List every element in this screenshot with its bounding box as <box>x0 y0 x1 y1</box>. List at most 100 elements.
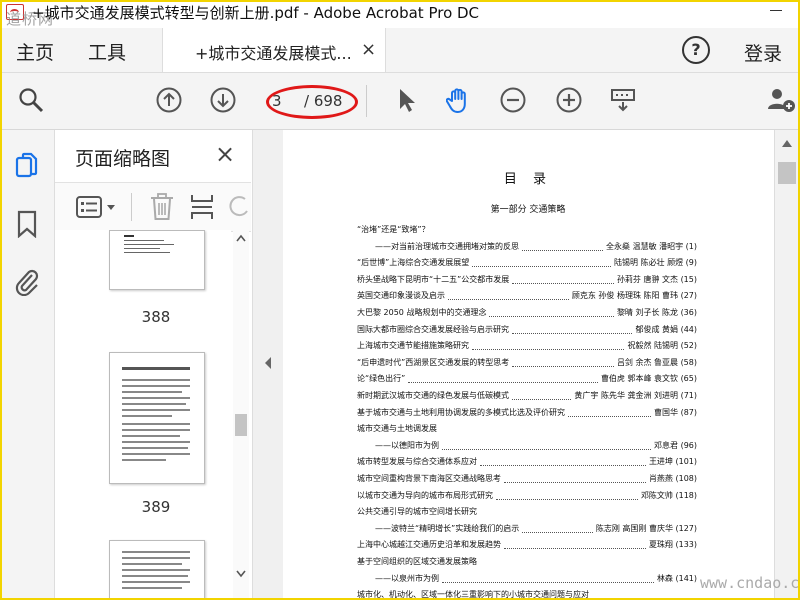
toc-entry[interactable]: 基于空间组织的区域交通发展策略 <box>357 556 697 568</box>
toc-entry[interactable]: 上海中心城越江交通历史沿革和发展趋势 夏珠翔 (133) <box>357 539 697 551</box>
thumbnail-scrollbar[interactable] <box>233 230 249 598</box>
toc-entry[interactable]: 新时期武汉城市交通的绿色发展与低碳模式 黄广宇 陈先华 龚金洲 刘进明 (71) <box>357 390 697 402</box>
toc-entry-title: 城市转型发展与综合交通体系应对 <box>357 457 477 467</box>
toc-entry-title: “治堵”还是“致堵”？ <box>357 225 430 234</box>
panel-tools-divider <box>131 193 132 221</box>
page-thumbnails-icon[interactable] <box>14 152 40 180</box>
navigation-rail <box>2 130 55 598</box>
toc-entry[interactable]: 城市转型发展与综合交通体系应对 王进坤 (101) <box>357 456 697 468</box>
toc-leader-dots <box>472 266 612 268</box>
toc-entry-title: 新时期武汉城市交通的绿色发展与低碳模式 <box>357 391 509 400</box>
bookmark-icon[interactable] <box>16 210 38 238</box>
collapse-panel-icon[interactable] <box>263 356 273 370</box>
thumbnail-number: 389 <box>141 498 171 516</box>
attachment-icon[interactable] <box>14 266 40 296</box>
hand-icon[interactable] <box>446 87 472 113</box>
toc-leader-dots <box>408 382 598 384</box>
toc-entry[interactable]: 桥头堡战略下昆明市“十二五”公交都市发展 孙莉芬 唐翀 文杰 (15) <box>357 274 697 286</box>
toc-entry-author-page: 全永燊 温慧敏 潘昭宇 (1) <box>606 241 697 251</box>
toc-leader-dots <box>442 448 652 450</box>
toc-entry[interactable]: “后申遗时代”西湖景区交通发展的转型思考 吕剑 余杰 鲁亚晨 (58) <box>357 357 697 369</box>
login-button[interactable]: 登录 <box>744 39 782 66</box>
doc-scroll-thumb[interactable] <box>778 162 796 184</box>
toc-leader-dots <box>512 399 572 400</box>
toc-entry[interactable]: 大巴黎 2050 战略规划中的交通理念 黎晴 刘子长 陈龙 (36) <box>357 307 697 319</box>
zoom-out-icon[interactable] <box>500 87 526 113</box>
toc-entry[interactable]: ——以德阳市为例 邓息君 (96) <box>357 440 697 452</box>
toc-entry[interactable]: “后世博”上海综合交通发展展望 陆锡明 陈必壮 顾煜 (9) <box>357 257 697 269</box>
toc-entry[interactable]: ——波特兰“精明增长”实践给我们的启示 陈志刚 高国刚 曹庆华 (127) <box>357 523 697 535</box>
keyboard-icon[interactable] <box>610 87 636 113</box>
toc-entry[interactable]: 城市化、机动化、区域一体化三重影响下的小城市交通问题与应对 <box>357 589 697 598</box>
trash-icon[interactable] <box>149 193 175 221</box>
thumbnail-page-389[interactable] <box>109 352 205 484</box>
rotate-icon[interactable] <box>229 195 249 219</box>
toc-entry-title: 基于空间组织的区域交通发展策略 <box>357 557 477 566</box>
toc-leader-dots <box>522 531 593 533</box>
scroll-down-icon[interactable] <box>236 570 246 578</box>
panel-title: 页面缩略图 <box>75 148 171 170</box>
close-panel-icon[interactable]: × <box>215 140 235 168</box>
page-up-icon[interactable] <box>156 87 182 113</box>
toc-entry[interactable]: 论“绿色出行” 曹伯虎 郭本峰 袁文钦 (65) <box>357 373 697 385</box>
toc-entry[interactable]: 国际大都市圈综合交通发展经验与启示研究 郁俊成 黄娟 (44) <box>357 324 697 336</box>
toc-leader-dots <box>496 498 638 500</box>
toc-entry-title: 城市交通与土地调发展 <box>357 424 437 434</box>
toc-entry-title: 基于城市交通与土地利用协调发展的多模式比选及评价研究 <box>357 407 565 417</box>
add-user-icon[interactable] <box>766 87 796 113</box>
toc-entry-title: 公共交通引导的城市空间增长研究 <box>357 507 477 517</box>
thumbnail-page-388[interactable] <box>109 230 205 290</box>
document-scrollbar[interactable] <box>774 130 798 598</box>
toc-entry[interactable]: 城市空间重构背景下南海区交通战略思考 肖燕燕 (108) <box>357 473 697 485</box>
help-icon[interactable]: ? <box>682 36 710 64</box>
doc-scroll-up-icon[interactable] <box>781 138 793 148</box>
toc-entry[interactable]: ——以泉州市为例 林森 (141) <box>357 573 697 585</box>
toc-leader-dots <box>472 349 625 351</box>
toc-entry-author-page: 邓息君 (96) <box>654 440 697 450</box>
toc-entry-title: 上海中心城越江交通历史沿革和发展趋势 <box>357 540 501 550</box>
toc-entry-author-page: 陈志刚 高国刚 曹庆华 (127) <box>595 523 697 533</box>
panel-splitter[interactable] <box>252 130 284 598</box>
toc-entry[interactable]: 公共交通引导的城市空间增长研究 <box>357 506 697 518</box>
window-title: +城市交通发展模式转型与创新上册.pdf - Adobe Acrobat Pro… <box>32 4 480 22</box>
toc-entry-title: 论“绿色出行” <box>357 374 406 384</box>
thumbnail-panel: 页面缩略图 × 388 389 <box>55 130 251 598</box>
insert-page-icon[interactable] <box>189 193 215 221</box>
scroll-up-icon[interactable] <box>236 234 246 242</box>
close-tab-icon[interactable]: × <box>361 39 376 60</box>
minimize-icon[interactable] <box>770 10 782 11</box>
page-down-icon[interactable] <box>210 87 236 113</box>
toc-entry[interactable]: 城市交通与土地调发展 <box>357 423 697 435</box>
home-menu[interactable]: 主页 <box>16 38 54 65</box>
toc-entry-title: ——波特兰“精明增长”实践给我们的启示 <box>375 523 520 533</box>
thumbnail-list: 388 389 <box>55 230 231 598</box>
title-bar: 道桥网 +城市交通发展模式转型与创新上册.pdf - Adobe Acrobat… <box>2 2 798 28</box>
toc-leader-dots <box>489 316 614 317</box>
toc-entry[interactable]: 英国交通印象漫谈及启示 顾克东 孙俊 杨理珠 陈阳 曹玮 (27) <box>357 290 697 302</box>
toc-entry[interactable]: 上海城市交通节能措施策略研究 祝毅然 陆锡明 (52) <box>357 340 697 352</box>
toc-entry-title: 桥头堡战略下昆明市“十二五”公交都市发展 <box>357 274 510 284</box>
toc-entry-title: ——以德阳市为例 <box>375 440 439 450</box>
toc-entry-title: ——对当前治理城市交通拥堵对策的反思 <box>375 241 519 251</box>
thumbnail-page-390[interactable] <box>109 540 205 598</box>
zoom-in-icon[interactable] <box>556 87 582 113</box>
toc-leader-dots <box>480 465 646 467</box>
toc-entry[interactable]: “治堵”还是“致堵”？ <box>357 224 697 236</box>
toc-entry[interactable]: 基于城市交通与土地利用协调发展的多模式比选及评价研究 曹国华 (87) <box>357 407 697 419</box>
toc-entry-author-page: 夏珠翔 (133) <box>648 540 697 550</box>
thumbnail-options-icon[interactable] <box>75 195 119 219</box>
thumbnail-scroll-thumb[interactable] <box>235 414 247 436</box>
tools-menu[interactable]: 工具 <box>88 38 126 65</box>
toc-entry[interactable]: 以城市交通为导向的城市布局形式研究 邓陈文帅 (118) <box>357 490 697 502</box>
search-icon[interactable] <box>18 87 44 113</box>
red-highlight-oval <box>266 85 358 119</box>
thumbnail-number: 388 <box>141 308 171 326</box>
toc-entry-author-page: 黎晴 刘子长 陈龙 (36) <box>616 308 697 317</box>
select-arrow-icon[interactable] <box>394 87 420 113</box>
toc-leader-dots <box>504 482 646 483</box>
toc-entry-title: 城市化、机动化、区域一体化三重影响下的小城市交通问题与应对 <box>357 590 589 598</box>
toc-leader-dots <box>504 548 646 550</box>
document-tab[interactable]: +城市交通发展模式... × <box>162 28 386 72</box>
toc-entry[interactable]: ——对当前治理城市交通拥堵对策的反思 全永燊 温慧敏 潘昭宇 (1) <box>357 241 697 253</box>
toc-entry-title: 上海城市交通节能措施策略研究 <box>357 341 469 351</box>
